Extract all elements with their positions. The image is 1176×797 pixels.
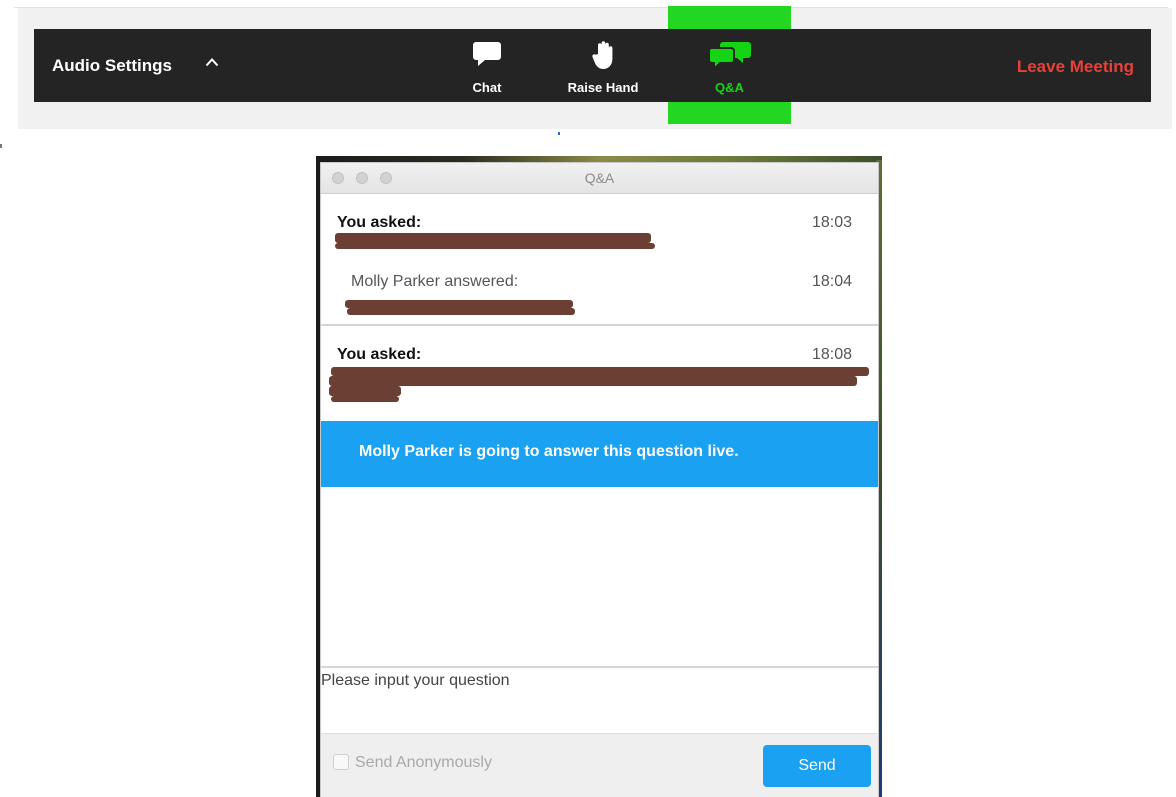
redacted-question-text xyxy=(329,376,857,386)
redacted-question-text xyxy=(331,367,869,376)
answered-label: Molly Parker answered: xyxy=(351,273,519,290)
stray-dot xyxy=(558,132,560,135)
raise-hand-label: Raise Hand xyxy=(567,80,639,95)
redacted-answer-text xyxy=(345,300,573,308)
window-titlebar: Q&A xyxy=(321,163,878,194)
live-answer-notice: Molly Parker is going to answer this que… xyxy=(359,443,739,460)
question-time: 18:08 xyxy=(811,346,852,363)
qa-footer: Send Anonymously Send xyxy=(321,733,878,797)
audio-settings-button[interactable]: Audio Settings xyxy=(52,56,172,76)
send-button[interactable]: Send xyxy=(763,745,871,787)
question-item: You asked: 18:08 xyxy=(321,326,878,421)
redacted-question-text xyxy=(335,233,651,243)
asked-label: You asked: xyxy=(337,346,422,363)
chevron-up-icon[interactable] xyxy=(205,57,219,67)
question-time: 18:03 xyxy=(811,214,852,231)
qa-button[interactable]: Q&A xyxy=(668,6,791,124)
qa-bubbles-icon xyxy=(707,42,751,71)
send-anonymously-label: Send Anonymously xyxy=(355,754,492,771)
hand-icon xyxy=(592,41,613,69)
window-title: Q&A xyxy=(584,170,615,186)
raise-hand-button[interactable]: Raise Hand xyxy=(553,29,653,102)
stray-mark xyxy=(0,144,2,148)
qa-label: Q&A xyxy=(715,80,744,95)
qa-window: Q&A You asked: 18:03 Molly Parker answer… xyxy=(320,162,879,797)
send-anonymously-checkbox[interactable] xyxy=(333,754,349,770)
asked-label: You asked: xyxy=(337,214,422,231)
redacted-question-text xyxy=(329,386,401,396)
answer-time: 18:04 xyxy=(811,273,852,290)
redacted-question-text xyxy=(331,396,399,402)
chat-bubble-icon xyxy=(473,42,501,66)
meeting-toolbar: Audio Settings Chat Raise Hand Q&A Leave… xyxy=(34,29,1151,102)
redacted-answer-text xyxy=(347,308,575,315)
chat-label: Chat xyxy=(472,80,502,95)
page: Audio Settings Chat Raise Hand Q&A Leave… xyxy=(0,0,1176,797)
question-input[interactable] xyxy=(321,668,878,732)
question-item: You asked: 18:03 Molly Parker answered: … xyxy=(321,194,878,326)
leave-meeting-button[interactable]: Leave Meeting xyxy=(1017,57,1134,77)
live-answer-banner: Molly Parker is going to answer this que… xyxy=(321,421,878,487)
chat-button[interactable]: Chat xyxy=(458,29,516,102)
redacted-question-text xyxy=(335,243,655,249)
